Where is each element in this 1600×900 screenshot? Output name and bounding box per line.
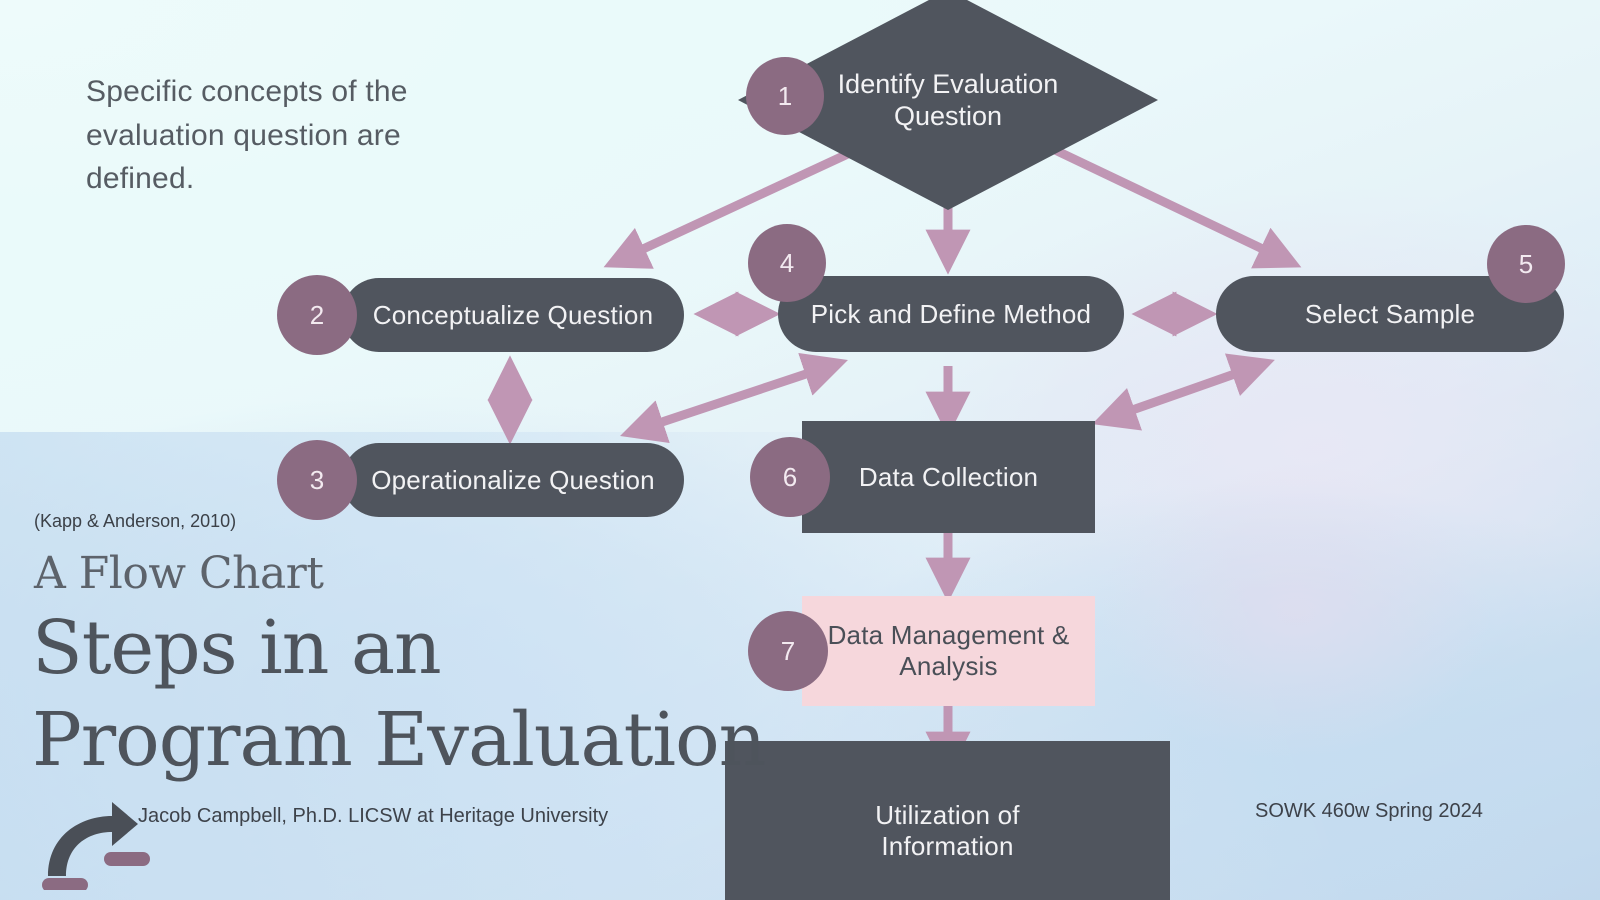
citation-text: (Kapp & Anderson, 2010) xyxy=(34,511,237,531)
step-badge-7[interactable]: 7 xyxy=(748,611,828,691)
step-badge-1[interactable]: 1 xyxy=(746,57,824,135)
flow-node-label: Operationalize Question xyxy=(371,464,655,495)
flow-node-data-management-and-analysis[interactable]: Data Management & Analysis xyxy=(802,596,1095,706)
curved-arrow-logo xyxy=(42,802,150,890)
slide-canvas: Identify Evaluation Question 1 Conceptua… xyxy=(0,0,1600,900)
flow-node-operationalize-question[interactable]: Operationalize Question xyxy=(342,443,684,517)
title-line-2: Program Evaluation xyxy=(32,697,766,783)
author-credit: Jacob Campbell, Ph.D. LICSW at Heritage … xyxy=(138,805,609,827)
step-badge-3[interactable]: 3 xyxy=(277,440,357,520)
step-badge-5[interactable]: 5 xyxy=(1487,225,1565,303)
logo-pill-right xyxy=(104,852,150,866)
step-badge-2[interactable]: 2 xyxy=(277,275,357,355)
flow-node-label: Conceptualize Question xyxy=(372,299,654,330)
arrow-n5-to-n6 xyxy=(1092,353,1275,431)
title-line-1: Steps in an xyxy=(32,605,442,691)
logo-pill-left xyxy=(42,878,88,890)
flow-node-label: Utilization of Information xyxy=(875,800,1020,861)
callout-text: Specific concepts of the evaluation ques… xyxy=(86,75,408,195)
flow-node-label: Select Sample xyxy=(1304,298,1476,329)
flow-node-label: Data Management & Analysis xyxy=(827,620,1070,681)
flow-node-data-collection[interactable]: Data Collection xyxy=(802,421,1095,533)
flow-node-label: Identify Evaluation Question xyxy=(837,68,1059,131)
flow-node-utilization-of-information[interactable]: Utilization of Information xyxy=(725,741,1170,900)
flow-node-label: Data Collection xyxy=(858,461,1039,492)
flow-node-label: Pick and Define Method xyxy=(810,298,1092,329)
title-kicker: A Flow Chart xyxy=(34,548,324,599)
flow-node-pick-and-define-method[interactable]: Pick and Define Method xyxy=(778,276,1124,352)
course-label: SOWK 460w Spring 2024 xyxy=(1255,800,1483,822)
step-badge-6[interactable]: 6 xyxy=(750,437,830,517)
step-badge-4[interactable]: 4 xyxy=(748,224,826,302)
flow-node-conceptualize-question[interactable]: Conceptualize Question xyxy=(342,278,684,352)
